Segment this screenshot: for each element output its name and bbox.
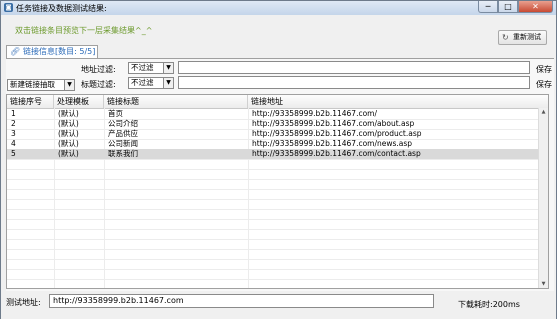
maximize-button[interactable]: □ xyxy=(498,1,518,13)
grid-line xyxy=(7,189,538,190)
cell-url: http://93358999.b2b.11467.com/about.asp xyxy=(252,119,415,128)
window-title: 任务链接及数据测试结果: xyxy=(16,4,107,13)
cell-url: http://93358999.b2b.11467.com/news.asp xyxy=(252,139,413,148)
grid-line xyxy=(7,259,538,260)
grid-line xyxy=(7,169,538,170)
retest-button[interactable]: ↻ 重新测试 xyxy=(498,30,547,45)
chevron-down-icon: ▼ xyxy=(64,80,74,90)
table-row[interactable]: 4 (默认) 公司新闻 http://93358999.b2b.11467.com/n… xyxy=(7,139,548,149)
table-row[interactable]: 3 (默认) 产品供应 http://93358999.b2b.11467.com/p… xyxy=(7,129,548,139)
test-address-label: 测试地址: xyxy=(6,298,41,307)
cell-title: 产品供应 xyxy=(108,129,138,138)
address-save-button[interactable]: 保存 xyxy=(536,64,552,75)
window-controls: ─ □ ✕ xyxy=(478,1,553,14)
link-icon: 🔗︎ xyxy=(10,47,21,56)
cell-index: 2 xyxy=(11,119,16,128)
cell-url: http://93358999.b2b.11467.com/product.as… xyxy=(252,129,422,138)
cell-title: 公司介绍 xyxy=(108,119,138,128)
cell-template: (默认) xyxy=(58,149,79,158)
download-time-text: 下载耗时:200ms xyxy=(458,300,520,309)
scroll-down-icon[interactable]: ▼ xyxy=(539,280,548,288)
address-filter-value: 不过滤 xyxy=(131,63,154,72)
column-header-template[interactable]: 处理模板 xyxy=(54,95,104,108)
minimize-button[interactable]: ─ xyxy=(478,1,498,13)
column-header-index[interactable]: 链接序号 xyxy=(7,95,54,108)
grid-line xyxy=(7,159,538,160)
column-header-title[interactable]: 链接标题 xyxy=(104,95,248,108)
cell-template: (默认) xyxy=(58,119,79,128)
table-row[interactable]: 2 (默认) 公司介绍 http://93358999.b2b.11467.com/a… xyxy=(7,119,548,129)
title-filter-value: 不过滤 xyxy=(131,78,154,87)
grid-line xyxy=(7,269,538,270)
chevron-down-icon: ▼ xyxy=(163,78,173,88)
tab-link-info-label: 链接信息[数目: 5/5] xyxy=(23,47,96,56)
app-icon: ◙ xyxy=(4,3,13,12)
status-area: 测试地址: http://93358999.b2b.11467.com 下载耗时… xyxy=(1,291,556,319)
cell-title: 联系我们 xyxy=(108,149,138,158)
hint-text: 双击链接条目预览下一层采集结果^_^ xyxy=(15,26,153,35)
cell-title: 公司新闻 xyxy=(108,139,138,148)
grid-line xyxy=(7,239,538,240)
address-filter-input[interactable] xyxy=(178,61,530,74)
cell-url: http://93358999.b2b.11467.com/ xyxy=(252,109,377,118)
extract-mode-select[interactable]: 新建链接抽取 ▼ xyxy=(7,79,75,91)
table-header: 链接序号 处理模板 链接标题 链接地址 xyxy=(7,95,548,109)
title-save-button[interactable]: 保存 xyxy=(536,79,552,90)
address-filter-label: 地址过滤: xyxy=(81,65,116,74)
vertical-scrollbar[interactable]: ▲ ▼ xyxy=(538,108,548,288)
grid-line xyxy=(7,249,538,250)
close-button[interactable]: ✕ xyxy=(518,1,553,13)
tab-link-info[interactable]: 🔗︎ 链接信息[数目: 5/5] xyxy=(6,45,98,59)
cell-index: 5 xyxy=(11,149,16,158)
cell-index: 3 xyxy=(11,129,16,138)
grid-line xyxy=(7,229,538,230)
dialog-window: ◙ 任务链接及数据测试结果: ─ □ ✕ 双击链接条目预览下一层采集结果^_^ … xyxy=(0,0,557,319)
grid-line xyxy=(7,179,538,180)
grid-line xyxy=(7,219,538,220)
cell-title: 首页 xyxy=(108,109,123,118)
links-table: 链接序号 处理模板 链接标题 链接地址 1 (默认) 首页 http://933589… xyxy=(6,94,549,289)
test-address-field[interactable]: http://93358999.b2b.11467.com xyxy=(49,294,434,308)
refresh-icon: ↻ xyxy=(502,33,509,42)
scroll-up-icon[interactable]: ▲ xyxy=(539,108,548,117)
cell-template: (默认) xyxy=(58,109,79,118)
retest-button-label: 重新测试 xyxy=(513,33,541,41)
address-filter-select[interactable]: 不过滤 ▼ xyxy=(128,62,174,74)
table-row[interactable]: 5 (默认) 联系我们 http://93358999.b2b.11467.com/c… xyxy=(7,149,548,159)
table-row[interactable]: 1 (默认) 首页 http://93358999.b2b.11467.com/ xyxy=(7,109,548,119)
title-filter-label: 标题过滤: xyxy=(81,80,116,89)
cell-template: (默认) xyxy=(58,139,79,148)
grid-line xyxy=(7,279,538,280)
cell-index: 1 xyxy=(11,109,16,118)
title-filter-select[interactable]: 不过滤 ▼ xyxy=(128,77,174,89)
column-header-url[interactable]: 链接地址 xyxy=(248,95,548,108)
cell-template: (默认) xyxy=(58,129,79,138)
cell-index: 4 xyxy=(11,139,16,148)
grid-line xyxy=(7,199,538,200)
chevron-down-icon: ▼ xyxy=(163,63,173,73)
grid-line xyxy=(7,209,538,210)
cell-url: http://93358999.b2b.11467.com/contact.as… xyxy=(252,149,421,158)
title-filter-input[interactable] xyxy=(178,76,530,89)
extract-mode-value: 新建链接抽取 xyxy=(10,80,55,89)
title-bar: ◙ 任务链接及数据测试结果: ─ □ ✕ xyxy=(1,1,556,15)
